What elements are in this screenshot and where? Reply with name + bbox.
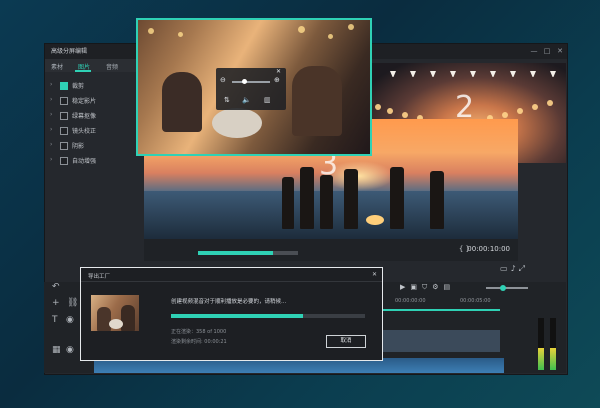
close-icon[interactable]: ✕: [276, 68, 281, 75]
text-icon[interactable]: T: [52, 315, 58, 325]
chevron-right-icon[interactable]: ›: [50, 96, 52, 103]
audio-meter-left: [538, 318, 544, 370]
minus-icon[interactable]: ⊖: [220, 76, 226, 84]
export-dialog: 导出工厂 ✕ 创建视频混音对于顺利播放是必要的，请稍候... 正在渲染：358 …: [80, 267, 383, 361]
export-progress-bar: [171, 314, 365, 318]
close-icon[interactable]: ✕: [372, 271, 377, 278]
timeline-ruler: 00:00:00:00 00:00:05:00: [380, 298, 530, 306]
camera-icon[interactable]: ▭: [500, 264, 511, 273]
zoom-thumb[interactable]: [500, 285, 506, 291]
campfire: [366, 215, 384, 225]
string-lights: [390, 71, 556, 77]
ruler-label: 00:00:05:00: [460, 298, 491, 304]
time-remaining: 渲染剩余时间: 00:00:21: [171, 339, 227, 345]
option-label: 裁剪: [72, 83, 85, 90]
silhouette: [390, 167, 404, 229]
caption-icon[interactable]: ▤: [444, 283, 456, 291]
checkbox[interactable]: [60, 142, 68, 150]
timecode: 00:00:10:00: [467, 245, 510, 253]
close-button[interactable]: ✕: [555, 46, 565, 56]
settings-icon[interactable]: ⚙: [432, 283, 443, 291]
split-panel-1[interactable]: ⊖ ⊕ ✕ ⇅ 🔈 ▥: [136, 18, 372, 156]
person: [292, 66, 342, 136]
eye-icon[interactable]: ◉: [66, 345, 74, 355]
chevron-right-icon[interactable]: ›: [50, 81, 52, 88]
window-title: 高级分屏编辑: [51, 48, 88, 55]
silhouette: [320, 175, 333, 229]
rendered-count: 正在渲染：358 of 1000: [171, 329, 227, 335]
view-controls: ▭♪⤢: [500, 264, 560, 276]
export-progress-fill: [171, 314, 303, 318]
volume-icon[interactable]: 🔈: [242, 96, 251, 104]
option-label: 自动增强: [72, 158, 97, 165]
clip-mini-toolbar: ⊖ ⊕ ✕ ⇅ 🔈 ▥: [216, 68, 286, 110]
scrub-fill: [198, 251, 273, 255]
mini-slider[interactable]: [232, 79, 270, 84]
timeline-range[interactable]: [380, 309, 500, 311]
tab-media[interactable]: 素材: [51, 62, 63, 71]
maximize-button[interactable]: □: [542, 46, 552, 56]
shield-icon[interactable]: ⛉: [422, 283, 432, 291]
video-clips[interactable]: [380, 330, 500, 352]
plus-icon[interactable]: +: [52, 298, 60, 308]
option-label: 阴影: [72, 143, 85, 150]
silhouette: [300, 167, 314, 229]
snapshot-icon[interactable]: ▣: [410, 283, 422, 291]
silhouette: [430, 171, 444, 229]
play-icon[interactable]: ▶: [400, 283, 410, 291]
chevron-right-icon[interactable]: ›: [50, 141, 52, 148]
checkbox[interactable]: [60, 127, 68, 135]
tab-audio[interactable]: 音频: [106, 62, 118, 71]
chevron-right-icon[interactable]: ›: [50, 111, 52, 118]
chevron-right-icon[interactable]: ›: [50, 126, 52, 133]
silhouette: [282, 177, 294, 229]
export-message: 创建视频混音对于顺利播放是必要的，请稍候...: [171, 299, 287, 305]
link-icon[interactable]: ⛓: [67, 298, 78, 308]
flowers: [212, 108, 262, 138]
eye-icon[interactable]: ◉: [66, 315, 74, 325]
chevron-right-icon[interactable]: ›: [50, 156, 52, 163]
checkbox[interactable]: [60, 112, 68, 120]
dialog-title: 导出工厂: [88, 274, 111, 280]
minimize-button[interactable]: —: [529, 46, 539, 56]
checkbox[interactable]: [60, 97, 68, 105]
preview-control-bar: { } 00:00:10:00: [144, 239, 518, 261]
fullscreen-icon[interactable]: ⤢: [519, 264, 528, 273]
ruler-label: 00:00:00:00: [395, 298, 426, 304]
trash-icon[interactable]: ▥: [264, 96, 271, 104]
checkbox[interactable]: [60, 157, 68, 165]
person: [162, 72, 202, 132]
undo-icon[interactable]: ↶: [52, 282, 60, 292]
option-label: 绿幕抠像: [72, 113, 97, 120]
option-label: 镜头校正: [72, 128, 97, 135]
plus-circle-icon[interactable]: ⊕: [274, 76, 280, 84]
volume-icon[interactable]: ♪: [511, 264, 519, 273]
silhouette: [344, 169, 358, 229]
active-tab-indicator: [75, 70, 91, 72]
scrub-bar[interactable]: [198, 251, 298, 255]
adjust-icon[interactable]: ⇅: [224, 96, 230, 104]
film-icon[interactable]: ▦: [52, 345, 61, 355]
cancel-button[interactable]: 取消: [326, 335, 366, 348]
option-label: 稳定影片: [72, 98, 97, 105]
zoom-slider[interactable]: [486, 285, 528, 291]
checkbox[interactable]: [60, 82, 68, 90]
export-thumbnail: [91, 295, 139, 331]
audio-meter-right: [550, 318, 556, 370]
